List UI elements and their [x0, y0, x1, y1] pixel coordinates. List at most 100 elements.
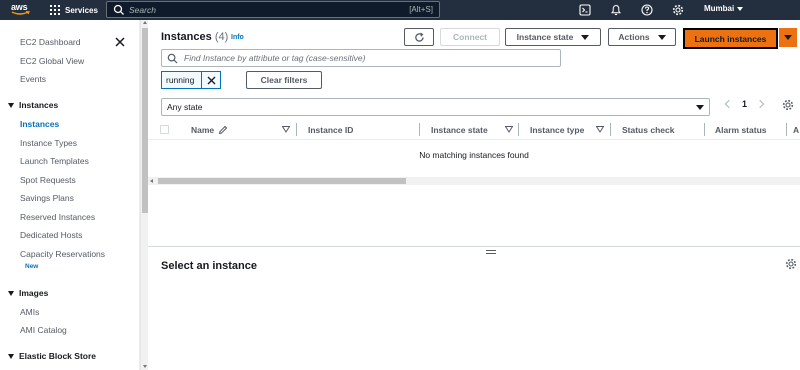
sidebar-item-ec2-global-view[interactable]: EC2 Global View	[20, 56, 84, 66]
caret-down-icon	[657, 34, 666, 40]
column-divider[interactable]	[786, 123, 787, 136]
sidebar-section-instances[interactable]: Instances	[8, 100, 58, 110]
region-selector[interactable]: Mumbai	[704, 4, 744, 13]
column-header-status-check[interactable]: Status check	[622, 125, 674, 135]
expand-caret-icon	[8, 290, 14, 296]
global-search-bar[interactable]: [Alt+S]	[106, 1, 440, 18]
sidebar-item-instance-types[interactable]: Instance Types	[20, 138, 77, 148]
next-page-icon[interactable]	[755, 99, 765, 109]
cloudshell-icon[interactable]	[578, 3, 592, 17]
connect-button[interactable]: Connect	[440, 28, 500, 46]
page-title-text: Instances	[161, 31, 212, 43]
column-header-alarm-status[interactable]: Alarm status	[715, 125, 767, 135]
sidebar-section-elastic-block-store[interactable]: Elastic Block Store	[8, 351, 96, 361]
aws-smile-icon	[11, 11, 30, 15]
refresh-button[interactable]	[404, 28, 434, 46]
scrollbar-thumb[interactable]	[158, 178, 406, 184]
actions-dropdown[interactable]: Actions	[608, 28, 676, 46]
help-icon[interactable]	[640, 3, 654, 17]
column-header-instance-state[interactable]: Instance state	[431, 125, 488, 135]
sidebar-item-capacity-reservations[interactable]: Capacity Reservations	[20, 249, 105, 259]
table-header: Name Instance ID Instance state Instance…	[148, 120, 800, 140]
column-divider[interactable]	[704, 123, 705, 136]
sidebar-item-amis[interactable]: AMIs	[20, 307, 39, 317]
scroll-down-arrow-icon[interactable]	[143, 365, 147, 368]
state-filter-select[interactable]: Any state	[161, 98, 710, 116]
column-header-instance-type[interactable]: Instance type	[530, 125, 584, 135]
scroll-up-arrow-icon[interactable]	[143, 21, 147, 24]
launch-instances-button[interactable]: Launch instances	[683, 28, 778, 49]
select-all-checkbox[interactable]	[160, 125, 169, 134]
sort-caret-icon[interactable]	[596, 126, 604, 133]
services-menu-button[interactable]: Services	[50, 3, 98, 17]
filter-token-label: running	[166, 75, 195, 85]
column-header-name[interactable]: Name	[191, 125, 214, 135]
caret-down-icon	[696, 104, 704, 110]
details-preferences-gear-icon[interactable]	[785, 258, 797, 270]
caret-down-icon	[737, 6, 744, 11]
sidebar-section-title: Instances	[19, 100, 59, 110]
sidebar-item-ec2-dashboard[interactable]: EC2 Dashboard	[20, 37, 80, 47]
search-shortcut-hint: [Alt+S]	[409, 5, 433, 14]
region-label: Mumbai	[704, 4, 735, 13]
info-link[interactable]: Info	[231, 34, 244, 41]
caret-down-icon	[784, 35, 792, 40]
expand-caret-icon	[8, 353, 14, 359]
column-divider[interactable]	[419, 123, 420, 136]
column-divider[interactable]	[518, 123, 519, 136]
instance-state-label: Instance state	[516, 32, 574, 42]
remove-filter-icon[interactable]	[202, 76, 220, 85]
page-title: Instances (4)	[161, 31, 228, 43]
column-divider[interactable]	[296, 123, 297, 136]
actions-label: Actions	[618, 32, 650, 42]
table-preferences-gear-icon[interactable]	[782, 99, 794, 111]
table-horizontal-scrollbar[interactable]	[148, 177, 800, 185]
instance-filter-input[interactable]	[184, 53, 560, 63]
clear-filters-button[interactable]: Clear filters	[246, 71, 322, 89]
sort-caret-icon[interactable]	[282, 126, 290, 133]
main-content: Instances (4) Info Connect Instance stat…	[148, 20, 800, 370]
panel-resize-handle[interactable]	[486, 250, 496, 256]
sidebar: EC2 Dashboard EC2 Global View Events Ins…	[0, 20, 140, 370]
sidebar-section-images[interactable]: Images	[8, 288, 48, 298]
expand-caret-icon	[8, 102, 14, 108]
previous-page-icon[interactable]	[724, 99, 734, 109]
instance-state-dropdown[interactable]: Instance state	[505, 28, 601, 46]
services-grid-icon	[50, 5, 60, 15]
scroll-left-arrow-icon[interactable]	[150, 179, 153, 183]
refresh-icon	[414, 32, 424, 42]
sidebar-item-savings-plans[interactable]: Savings Plans	[20, 193, 74, 203]
sort-caret-icon[interactable]	[505, 126, 513, 133]
sidebar-scrollbar[interactable]	[140, 20, 148, 370]
instance-filter-bar[interactable]	[161, 49, 561, 67]
close-sidebar-icon[interactable]	[114, 36, 126, 48]
empty-table-message: No matching instances found	[419, 150, 529, 160]
settings-gear-icon[interactable]	[671, 3, 685, 17]
filter-token: running	[161, 71, 221, 89]
sidebar-section-title: Images	[19, 288, 49, 298]
column-divider[interactable]	[610, 123, 611, 136]
column-header-instance-id[interactable]: Instance ID	[308, 125, 353, 135]
sidebar-section-title: Elastic Block Store	[19, 351, 97, 361]
new-badge: New	[25, 263, 39, 270]
global-search-input[interactable]	[129, 4, 410, 15]
notifications-bell-icon[interactable]	[609, 3, 623, 17]
sidebar-item-launch-templates[interactable]: Launch Templates	[20, 156, 89, 166]
instance-count: (4)	[214, 31, 229, 43]
sidebar-item-ami-catalog[interactable]: AMI Catalog	[20, 325, 67, 335]
sidebar-item-reserved-instances[interactable]: Reserved Instances	[20, 212, 95, 222]
caret-down-icon	[581, 34, 590, 40]
search-icon	[167, 53, 178, 63]
top-navigation-bar: aws Services [Alt+S] Mumbai	[0, 0, 800, 20]
page-number[interactable]: 1	[742, 99, 747, 109]
sidebar-item-dedicated-hosts[interactable]: Dedicated Hosts	[20, 230, 82, 240]
column-header-truncated[interactable]: A	[793, 125, 799, 135]
aws-logo[interactable]: aws	[10, 2, 34, 18]
sidebar-item-events[interactable]: Events	[20, 74, 46, 84]
launch-instances-dropdown[interactable]	[779, 28, 797, 47]
sidebar-item-spot-requests[interactable]: Spot Requests	[20, 175, 76, 185]
state-filter-value: Any state	[167, 102, 203, 112]
instance-details-panel: Select an instance	[148, 246, 800, 370]
pagination: 1	[724, 99, 765, 109]
sidebar-item-instances[interactable]: Instances	[20, 119, 59, 129]
